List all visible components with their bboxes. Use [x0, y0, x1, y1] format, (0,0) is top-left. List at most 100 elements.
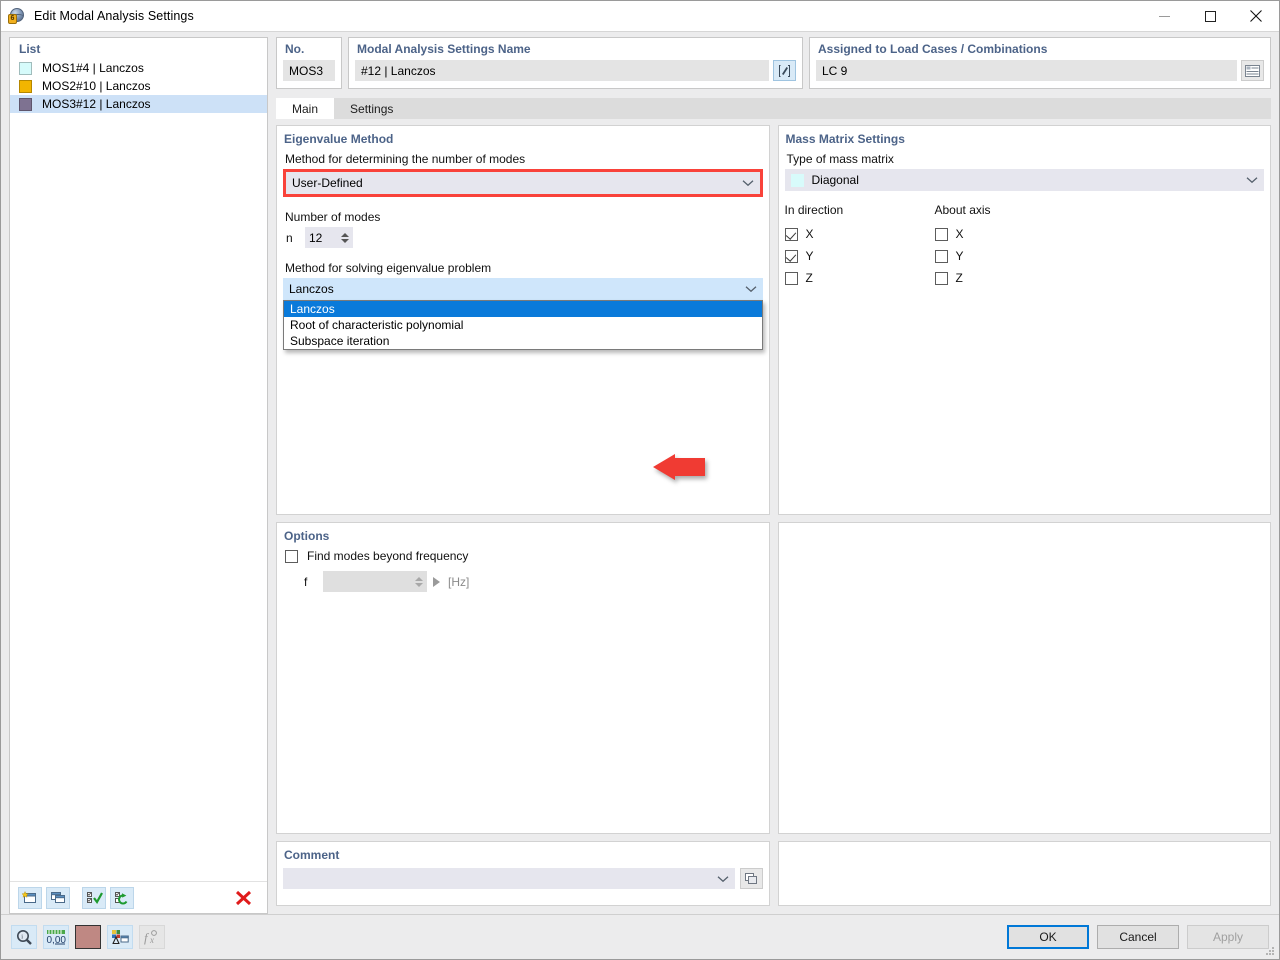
about-axis-z-label: Z — [955, 271, 963, 285]
list-panel: List MOS1 #4 | Lanczos MOS2 #10 | Lanczo… — [9, 37, 268, 914]
chevron-down-icon — [745, 282, 757, 296]
find-modes-beyond-frequency-checkbox[interactable]: Find modes beyond frequency — [285, 549, 763, 563]
right-empty-panel-1 — [777, 522, 1271, 834]
checkbox-icon — [934, 249, 948, 263]
list-legend: List — [19, 42, 41, 56]
title-bar: 6 Edit Modal Analysis Settings — [1, 1, 1279, 32]
direction-axis-columns: In direction X Y Z About axis X Y Z — [784, 203, 1265, 289]
about-axis-column: About axis X Y Z — [934, 203, 1085, 289]
edit-pencil-icon[interactable] — [773, 60, 796, 81]
mass-type-select[interactable]: Diagonal — [784, 169, 1264, 191]
comment-input[interactable] — [283, 868, 735, 889]
dropdown-option[interactable]: Lanczos — [284, 301, 762, 317]
stepper-arrows-icon[interactable] — [341, 232, 349, 243]
solving-method-value: Lanczos — [289, 282, 334, 296]
solving-method-select[interactable]: Lanczos — [283, 278, 763, 300]
invert-selection-button[interactable] — [110, 886, 134, 909]
mass-type-label: Type of mass matrix — [786, 152, 894, 166]
svg-text:i: i — [21, 933, 23, 940]
mass-matrix-legend: Mass Matrix Settings — [785, 132, 905, 146]
tab-filler — [409, 98, 1271, 119]
about-axis-y-checkbox[interactable]: Y — [934, 245, 1085, 267]
footer-tools: i 0,00 f x — [11, 925, 165, 949]
list-item[interactable]: MOS1 #4 | Lanczos — [10, 59, 267, 77]
in-direction-x-label: X — [805, 227, 814, 241]
list-item-no: MOS1 — [42, 61, 77, 75]
number-of-modes-row: n 12 — [283, 227, 763, 480]
about-axis-header: About axis — [934, 203, 991, 217]
checkbox-icon — [285, 549, 298, 563]
color-swatch-icon — [19, 79, 32, 93]
list-table-icon[interactable] — [1241, 60, 1264, 81]
copy-comment-icon[interactable] — [739, 868, 763, 889]
comment-row — [283, 868, 763, 889]
list-item[interactable]: MOS2 #10 | Lanczos — [10, 77, 267, 95]
tab-settings[interactable]: Settings — [334, 98, 410, 119]
in-direction-z-label: Z — [805, 271, 813, 285]
new-item-button[interactable] — [18, 886, 42, 909]
in-direction-column: In direction X Y Z — [784, 203, 935, 289]
options-legend: Options — [284, 529, 330, 543]
in-direction-x-checkbox[interactable]: X — [784, 223, 935, 245]
frequency-expand-icon[interactable] — [433, 576, 440, 587]
checkbox-icon — [784, 271, 798, 285]
ok-button[interactable]: OK — [1007, 925, 1089, 949]
number-format-icon[interactable]: 0,00 — [43, 925, 69, 949]
find-modes-label: Find modes beyond frequency — [307, 549, 469, 563]
modes-method-value: User-Defined — [292, 176, 363, 190]
no-value[interactable]: MOS3 — [283, 60, 335, 81]
frequency-symbol: f — [304, 574, 308, 589]
color-swatch-icon — [19, 61, 32, 75]
name-input[interactable]: #12 | Lanczos — [355, 60, 769, 81]
list-rows: MOS1 #4 | Lanczos MOS2 #10 | Lanczos MOS… — [10, 59, 267, 881]
frequency-stepper[interactable] — [323, 571, 427, 592]
maximize-button[interactable] — [1187, 1, 1233, 32]
about-axis-z-checkbox[interactable]: Z — [934, 267, 1085, 289]
mass-type-value: Diagonal — [811, 173, 859, 187]
assigned-value[interactable]: LC 9 — [816, 60, 1237, 81]
chevron-down-icon — [1246, 173, 1258, 187]
edit-modal-analysis-settings-dialog: 6 Edit Modal Analysis Settings List MOS1… — [0, 0, 1280, 960]
color-swatch-icon[interactable] — [75, 925, 101, 949]
modes-method-label: Method for determining the number of mod… — [285, 152, 526, 166]
no-legend: No. — [285, 42, 305, 56]
delete-item-button[interactable] — [231, 887, 255, 909]
number-of-modes-stepper[interactable]: 12 — [305, 227, 353, 248]
number-of-modes-symbol: n — [286, 230, 293, 245]
tab-main[interactable]: Main — [276, 98, 335, 119]
list-toolbar — [10, 881, 267, 913]
copy-item-button[interactable] — [46, 886, 70, 909]
svg-text:x: x — [149, 935, 154, 945]
checkbox-icon — [934, 227, 948, 241]
checkbox-icon — [784, 227, 798, 241]
panels-right: Mass Matrix Settings Type of mass matrix… — [777, 125, 1271, 914]
about-axis-x-checkbox[interactable]: X — [934, 223, 1085, 245]
comment-panel: Comment — [276, 841, 770, 906]
dialog-footer: i 0,00 f x OK Cancel Apply — [1, 914, 1279, 959]
stepper-arrows-icon — [415, 576, 423, 587]
about-axis-y-label: Y — [955, 249, 964, 263]
mass-matrix-panel: Mass Matrix Settings Type of mass matrix… — [777, 125, 1271, 515]
dialog-body: List MOS1 #4 | Lanczos MOS2 #10 | Lanczo… — [1, 32, 1279, 914]
dropdown-option[interactable]: Root of characteristic polynomial — [284, 317, 762, 333]
in-direction-z-checkbox[interactable]: Z — [784, 267, 935, 289]
in-direction-y-checkbox[interactable]: Y — [784, 245, 935, 267]
list-item[interactable]: MOS3 #12 | Lanczos — [10, 95, 267, 113]
resize-grip-icon[interactable] — [1264, 945, 1276, 957]
modes-method-select[interactable]: User-Defined — [286, 172, 760, 194]
minimize-button[interactable] — [1141, 1, 1187, 32]
list-item-no: MOS3 — [42, 97, 77, 111]
chart-window-icon[interactable] — [107, 925, 133, 949]
cancel-button[interactable]: Cancel — [1097, 925, 1179, 949]
right-empty-panel-2 — [777, 841, 1271, 906]
comment-legend: Comment — [284, 848, 340, 862]
number-of-modes-label: Number of modes — [285, 210, 381, 224]
dropdown-option[interactable]: Subspace iteration — [284, 333, 762, 349]
eigenvalue-method-legend: Eigenvalue Method — [284, 132, 394, 146]
about-axis-x-label: X — [955, 227, 964, 241]
in-direction-header: In direction — [784, 203, 844, 217]
options-panel: Options Find modes beyond frequency f [H… — [276, 522, 770, 834]
close-button[interactable] — [1233, 1, 1279, 32]
select-all-button[interactable] — [82, 886, 106, 909]
magnifier-icon[interactable]: i — [11, 925, 37, 949]
